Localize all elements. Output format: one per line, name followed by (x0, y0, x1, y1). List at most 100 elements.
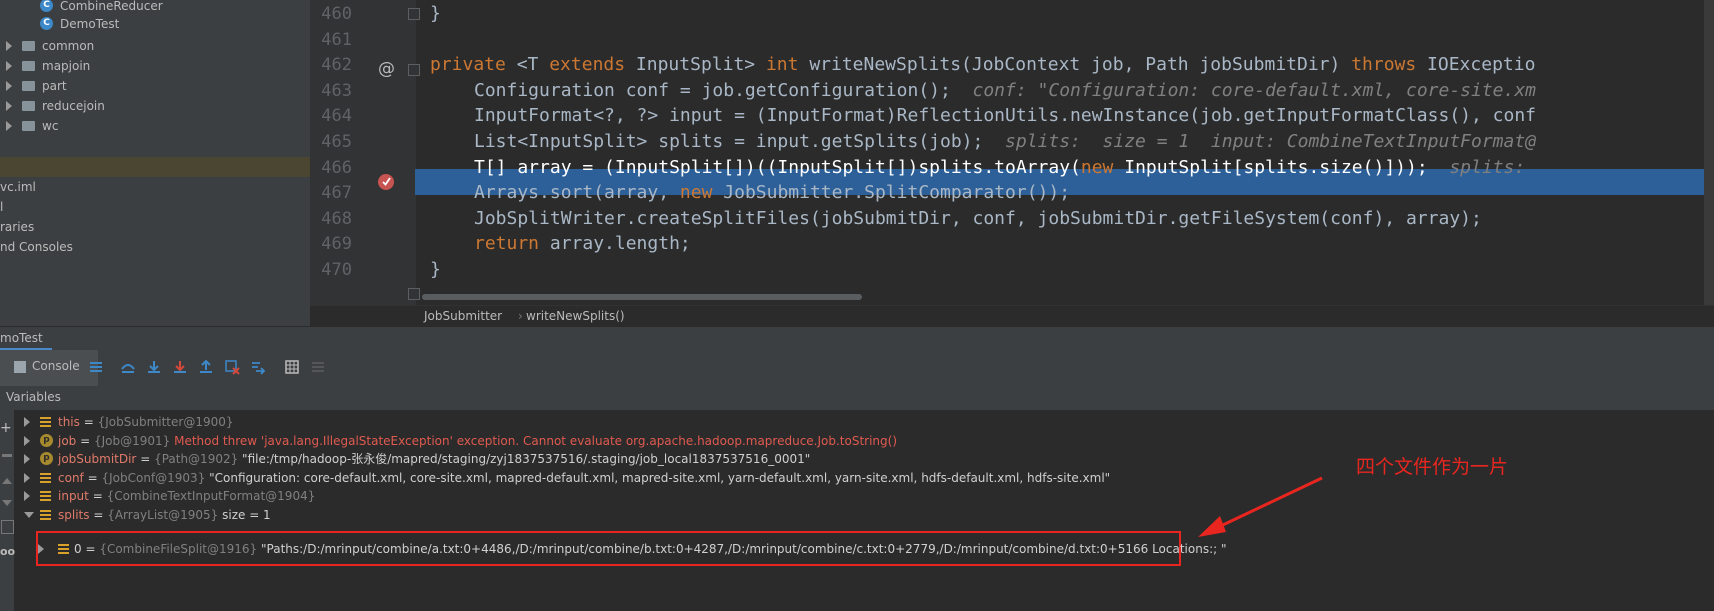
tree-item-part[interactable]: part (0, 76, 310, 96)
code-token: extends (549, 54, 636, 76)
variable-value: Method threw 'java.lang.IllegalStateExce… (174, 433, 898, 448)
parameter-icon: p (40, 433, 53, 447)
code-line[interactable]: T[] array = (InputSplit[])((InputSplit[]… (474, 157, 1536, 178)
move-up-icon[interactable] (2, 478, 12, 484)
tree-selection-row[interactable] (0, 157, 310, 177)
code-line[interactable]: Arrays.sort(array, new JobSubmitter.Spli… (474, 182, 1070, 203)
tree-item-external[interactable]: l (0, 197, 310, 217)
variable-type: {Job@1901} (93, 433, 175, 448)
drop-frame-icon[interactable] (224, 359, 240, 375)
add-watch-icon[interactable]: + (0, 420, 12, 436)
code-line[interactable]: } (430, 3, 441, 24)
project-tree: C CombineReducer C DemoTest common mapjo… (0, 0, 310, 326)
breadcrumb-separator-icon: › (518, 309, 523, 323)
field-icon (58, 544, 69, 554)
parameter-icon: p (40, 452, 53, 465)
step-into-icon[interactable] (146, 359, 162, 375)
step-out-icon[interactable] (198, 359, 214, 375)
expand-arrow-icon[interactable] (24, 472, 30, 483)
console-tab[interactable]: Console (0, 350, 98, 386)
tree-item-label: reducejoin (42, 99, 105, 113)
expand-arrow-icon[interactable] (24, 417, 30, 427)
expand-arrow-icon[interactable] (24, 454, 30, 464)
code-editor[interactable]: 460} 461 462 private <T extends InputSplit>… (310, 0, 1714, 326)
debug-tool-window-header: moTest (0, 326, 1714, 351)
move-down-icon[interactable] (2, 500, 12, 506)
variable-name: this (58, 415, 80, 429)
code-token: Configuration conf = job.getConfiguratio… (474, 79, 973, 101)
annotation-text: 四个文件作为一片 (1356, 456, 1509, 478)
code-token: new (679, 182, 724, 204)
variable-row-child[interactable]: 0 = {CombineFileSplit@1916} "Paths:/D:/m… (38, 539, 1227, 559)
line-number: 469 (321, 234, 352, 255)
code-line[interactable]: return array.length; (474, 233, 691, 254)
run-to-cursor-icon[interactable] (250, 359, 266, 375)
code-token: List<InputSplit> splits = input.getSplit… (474, 131, 1006, 152)
tree-item-wc[interactable]: wc (0, 116, 310, 136)
variable-type: {CombineFileSplit@1916} (99, 542, 261, 556)
tree-item-scratches[interactable]: nd Consoles (0, 237, 310, 257)
tree-item-label: part (42, 79, 67, 93)
variable-equals: = (88, 489, 107, 503)
expand-arrow-icon[interactable] (24, 511, 34, 518)
tree-item-label: nd Consoles (0, 240, 73, 254)
frames-menu-icon[interactable] (88, 359, 104, 375)
tree-item-reducejoin[interactable]: reducejoin (0, 96, 310, 116)
tree-item-common[interactable]: common (0, 36, 310, 56)
field-icon (40, 472, 51, 483)
breadcrumb-method[interactable]: writeNewSplits() (526, 306, 625, 326)
tree-item-libraries[interactable]: raries (0, 217, 310, 237)
vertical-scrollbar[interactable] (1704, 0, 1714, 326)
expand-arrow-icon[interactable] (24, 491, 30, 501)
variables-header: Variables (0, 386, 1714, 410)
code-line[interactable]: private <T extends InputSplit> int write… (430, 54, 1535, 75)
breakpoint-icon[interactable] (378, 174, 394, 190)
expand-arrow-icon[interactable] (6, 81, 12, 91)
code-line[interactable]: List<InputSplit> splits = input.getSplit… (474, 131, 1536, 152)
code-token: new (1080, 156, 1125, 178)
horizontal-scrollbar[interactable] (422, 294, 862, 300)
expand-arrow-icon[interactable] (38, 544, 44, 554)
tree-item-label: wc (42, 119, 59, 133)
code-line[interactable]: InputFormat<?, ?> input = (InputFormat)R… (474, 105, 1536, 126)
code-token: InputSplit[splits.size()])); (1124, 156, 1450, 178)
variable-name: job (58, 433, 77, 448)
fold-marker-icon[interactable] (408, 8, 420, 20)
code-token: } (430, 3, 441, 24)
code-token: JobSplitWriter.createSplitFiles(jobSubmi… (474, 207, 1482, 229)
variable-name: jobSubmitDir (58, 452, 137, 466)
variable-equals: = (136, 452, 155, 466)
breadcrumb-class[interactable]: JobSubmitter (424, 306, 502, 326)
expand-arrow-icon[interactable] (24, 435, 30, 446)
code-token: writeNewSplits(JobContext job, Path jobS… (809, 54, 1352, 76)
force-step-into-icon[interactable] (172, 359, 188, 375)
variable-name: input (58, 489, 89, 503)
folder-icon (22, 101, 35, 111)
step-over-icon[interactable] (120, 359, 136, 375)
expand-arrow-icon[interactable] (6, 61, 12, 71)
override-marker-icon[interactable]: @ (378, 59, 395, 79)
evaluate-expression-icon[interactable] (284, 359, 300, 375)
debug-tab-title[interactable]: moTest (0, 331, 43, 345)
copy-icon[interactable] (1, 520, 14, 534)
line-number: 460 (321, 4, 352, 24)
line-number: 467 (321, 183, 352, 204)
tree-item-iml[interactable]: vc.iml (0, 177, 310, 197)
expand-arrow-icon[interactable] (6, 101, 12, 111)
console-tab-label: Console (32, 359, 80, 373)
tree-item-mapjoin[interactable]: mapjoin (0, 56, 310, 76)
expand-arrow-icon[interactable] (6, 121, 12, 131)
trace-stream-icon[interactable] (310, 359, 326, 375)
code-line[interactable]: Configuration conf = job.getConfiguratio… (474, 80, 1536, 101)
glasses-icon[interactable]: oo (0, 545, 15, 558)
folder-icon (22, 121, 35, 131)
fold-marker-icon[interactable] (408, 64, 420, 76)
tree-item-demotest[interactable]: C DemoTest (0, 14, 310, 34)
fold-marker-icon[interactable] (408, 288, 420, 300)
code-token: } (430, 259, 441, 280)
variable-type: {JobSubmitter@1900} (97, 415, 234, 429)
remove-watch-icon[interactable] (2, 454, 12, 457)
expand-arrow-icon[interactable] (6, 41, 12, 51)
code-line[interactable]: JobSplitWriter.createSplitFiles(jobSubmi… (474, 208, 1482, 229)
code-line[interactable]: } (430, 259, 441, 280)
